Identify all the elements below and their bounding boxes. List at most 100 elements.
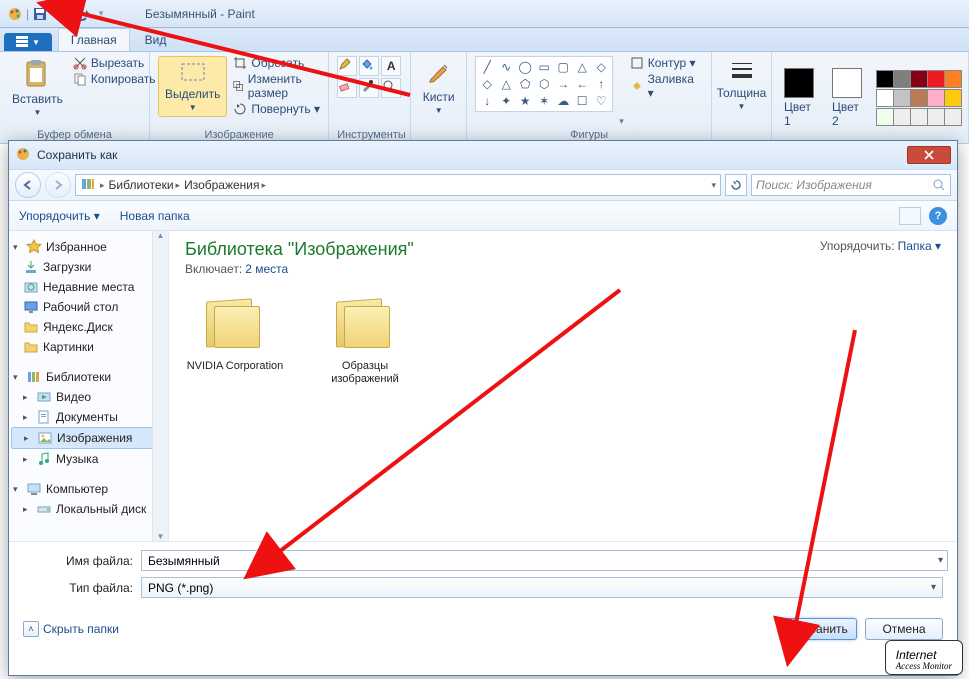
sidebar-localdisk[interactable]: ▸Локальный диск [11,499,166,519]
tools-grid[interactable]: A [337,56,401,98]
folder-item[interactable]: NVIDIA Corporation [185,294,285,386]
qat-dropdown-icon[interactable]: ▼ [97,9,105,18]
folder-icon [200,294,270,354]
sidebar-music[interactable]: ▸Музыка [11,449,166,469]
qat-separator: | [26,7,29,21]
crop-button[interactable]: Обрезать [233,56,320,70]
paint-app-icon [7,6,23,22]
hide-folders-link[interactable]: ˄ Скрыть папки [23,621,119,637]
libraries-icon [26,369,42,385]
view-mode-button[interactable] [899,207,921,225]
dialog-toolbar: Упорядочить ▾ Новая папка ? [9,201,957,231]
ribbon: Вставить ▼ Вырезать Копировать Буфер обм… [0,52,969,144]
close-button[interactable] [907,146,951,164]
undo-icon[interactable] [54,6,70,22]
filetype-combo[interactable]: PNG (*.png) ▾ [141,577,943,598]
library-title: Библиотека "Изображения" [185,239,414,260]
folder-icon [23,319,39,335]
cancel-button[interactable]: Отмена [865,618,943,640]
arrow-left-icon [22,179,34,191]
dialog-navbar: ▸ Библиотеки▸ Изображения▸ ▾ Поиск: Изоб… [9,169,957,201]
dialog-titlebar[interactable]: Сохранить как [9,141,957,169]
cut-button[interactable]: Вырезать [73,56,156,70]
save-icon[interactable] [32,6,48,22]
refresh-button[interactable] [725,174,747,196]
copy-button[interactable]: Копировать [73,72,156,86]
arrange-by[interactable]: Упорядочить: Папка ▾ [820,239,941,253]
sidebar-recent[interactable]: Недавние места [11,277,166,297]
dialog-footer: ˄ Скрыть папки Сохранить Отмена [9,608,957,652]
paint-app-icon [15,146,31,165]
color-palette[interactable] [876,70,960,126]
sidebar-yadisk[interactable]: Яндекс.Диск [11,317,166,337]
watermark: Internet Access Monitor [885,640,963,675]
sidebar-desktop[interactable]: Рабочий стол [11,297,166,317]
fill-icon [359,56,379,76]
shapes-more-icon[interactable]: ▾ [619,116,624,127]
recent-icon [23,279,39,295]
tab-home[interactable]: Главная [58,28,130,51]
paint-titlebar: | ▼ Безымянный - Paint [0,0,969,28]
select-button[interactable]: Выделить ▼ [158,56,227,117]
group-image: Изображение [158,127,320,141]
dialog-fields: Имя файла: ▾ Тип файла: PNG (*.png) ▾ [9,541,957,608]
color2-button[interactable]: Цвет 2 [828,66,866,130]
sidebar-favorites[interactable]: ▾Избранное [11,237,166,257]
new-folder-button[interactable]: Новая папка [120,209,190,223]
includes-link[interactable]: 2 места [245,262,288,276]
sidebar-downloads[interactable]: Загрузки [11,257,166,277]
sidebar-libraries[interactable]: ▾Библиотеки [11,367,166,387]
filename-input[interactable] [141,550,948,571]
save-as-dialog: Сохранить как ▸ Библиотеки▸ Изображения▸… [8,140,958,676]
group-clipboard: Буфер обмена [8,127,141,141]
sidebar-pictures-fav[interactable]: Картинки [11,337,166,357]
sidebar-documents[interactable]: ▸Документы [11,407,166,427]
redo-icon[interactable] [76,6,92,22]
tab-view[interactable]: Вид [132,28,180,51]
help-button[interactable]: ? [929,207,947,225]
fill-button[interactable]: Заливка ▾ [630,72,703,100]
sidebar-images[interactable]: ▸Изображения [11,427,166,449]
sidebar-video[interactable]: ▸Видео [11,387,166,407]
resize-button[interactable]: Изменить размер [233,72,320,100]
arrow-right-icon [52,179,64,191]
close-icon [924,150,934,160]
folder-icon [23,339,39,355]
search-input[interactable]: Поиск: Изображения [751,174,951,196]
rotate-button[interactable]: Повернуть ▾ [233,102,320,116]
sidebar-scrollbar[interactable] [152,231,168,541]
chevron-down-icon[interactable]: ▾ [711,180,716,191]
computer-icon [26,481,42,497]
chevron-up-icon: ˄ [23,621,39,637]
outline-button[interactable]: Контур ▾ [630,56,703,70]
save-button[interactable]: Сохранить [779,618,857,640]
sidebar-computer[interactable]: ▾Компьютер [11,479,166,499]
desktop-icon [23,299,39,315]
music-icon [36,451,52,467]
group-tools: Инструменты [337,127,402,141]
size-button[interactable]: Толщина ▼ [713,56,771,113]
pencil-icon [337,56,357,76]
video-icon [36,389,52,405]
text-icon: A [381,56,401,76]
shapes-gallery[interactable]: ╱∿◯▭▢△◇ ◇△⬠⬡→←↑ ↓✦★✶☁☐♡ [478,59,610,109]
drive-icon [36,501,52,517]
folder-item[interactable]: Образцы изображений [315,294,415,386]
eraser-icon [337,78,357,98]
file-menu-button[interactable]: ▼ [4,33,52,51]
sidebar: ▾Избранное Загрузки Недавние места Рабоч… [9,231,169,541]
filetype-label: Тип файла: [23,581,133,595]
libraries-icon [80,176,96,195]
back-button[interactable] [15,172,41,198]
breadcrumb[interactable]: ▸ Библиотеки▸ Изображения▸ ▾ [75,174,721,196]
chevron-down-icon[interactable]: ▾ [938,555,943,566]
brushes-button[interactable]: Кисти ▼ [419,56,459,117]
star-icon [26,239,42,255]
document-icon [36,409,52,425]
image-icon [37,430,53,446]
color1-button[interactable]: Цвет 1 [780,66,818,130]
forward-button[interactable] [45,172,71,198]
paste-button[interactable]: Вставить ▼ [8,56,67,119]
organize-button[interactable]: Упорядочить ▾ [19,209,100,223]
zoom-icon [381,78,401,98]
